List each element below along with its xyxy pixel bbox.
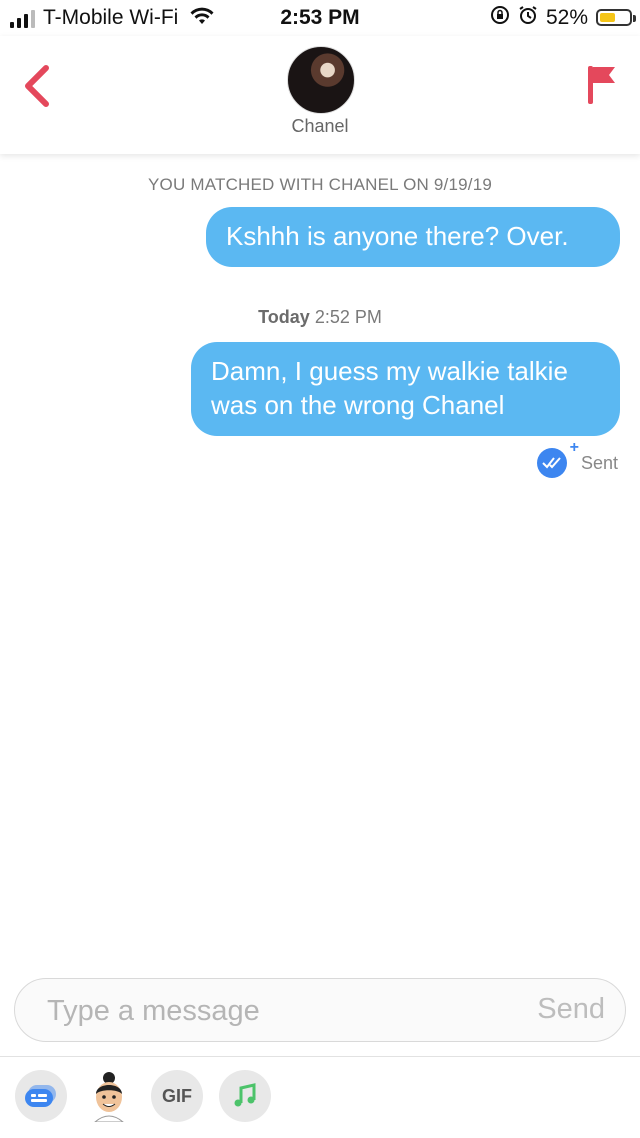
timestamp-time: 2:52 PM <box>314 307 382 327</box>
gif-label: GIF <box>162 1085 192 1106</box>
message-composer: Send <box>14 978 626 1042</box>
gif-button[interactable]: GIF <box>151 1070 203 1122</box>
plus-icon: + <box>569 439 579 456</box>
contact-card-icon <box>25 1085 56 1107</box>
match-notice: YOU MATCHED WITH CHANEL ON 9/19/19 <box>147 175 493 194</box>
read-receipt-button[interactable]: + <box>536 439 579 478</box>
status-bar: T-Mobile Wi-Fi 2:53 PM 52% <box>0 0 640 36</box>
music-note-icon <box>234 1083 256 1107</box>
flag-icon <box>588 66 615 104</box>
battery-icon <box>596 9 636 26</box>
contact-card-button[interactable] <box>15 1070 67 1122</box>
bitmoji-icon <box>94 1072 124 1122</box>
contact-name[interactable]: Chanel <box>0 116 640 137</box>
chat-header: Chanel <box>0 36 640 154</box>
message-timestamp: Today 2:52 PM <box>0 307 640 328</box>
back-button[interactable] <box>22 64 52 113</box>
battery-fill <box>600 13 615 22</box>
chevron-left-icon <box>25 65 49 107</box>
divider <box>0 1056 640 1057</box>
message-text: Kshhh is anyone there? Over. <box>226 221 569 251</box>
battery-percent: 52% <box>545 5 588 29</box>
alarm-icon <box>518 5 538 30</box>
message-text: Damn, I guess my walkie talkie was on th… <box>211 356 568 420</box>
music-button[interactable] <box>219 1070 271 1122</box>
message-bubble[interactable]: Damn, I guess my walkie talkie was on th… <box>191 342 620 436</box>
sent-label: Sent <box>580 452 618 473</box>
contact-avatar[interactable] <box>287 46 355 114</box>
timestamp-day: Today <box>258 307 310 327</box>
report-button[interactable] <box>586 64 618 111</box>
delivery-status: + Sent <box>536 439 618 478</box>
send-button[interactable]: Send <box>537 993 605 1026</box>
bitmoji-button[interactable] <box>83 1070 135 1122</box>
message-bubble[interactable]: Kshhh is anyone there? Over. <box>206 207 620 267</box>
status-right: 52% <box>490 5 636 30</box>
double-check-icon <box>542 457 561 469</box>
orientation-lock-icon <box>490 5 510 30</box>
message-input[interactable] <box>45 989 489 1033</box>
